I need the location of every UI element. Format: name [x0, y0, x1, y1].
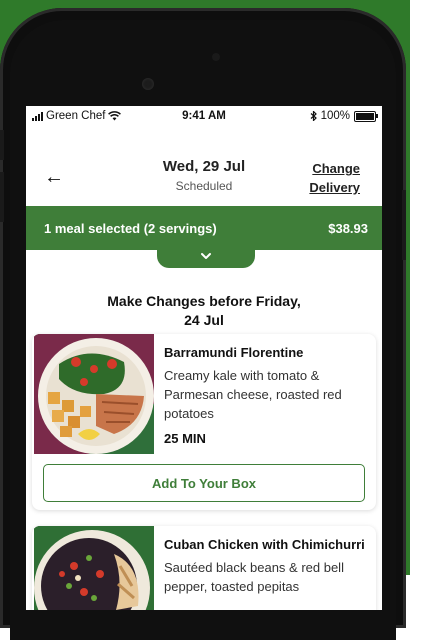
selection-summary: 1 meal selected (2 servings): [44, 221, 217, 236]
meal-description: Creamy kale with tomato & Parmesan chees…: [164, 368, 342, 421]
deadline-heading: Make Changes before Friday, 24 Jul: [26, 292, 382, 330]
change-delivery-line2: Delivery: [309, 180, 360, 195]
camera-icon: [142, 78, 154, 90]
volume-button: [0, 172, 4, 222]
chevron-down-icon: [201, 253, 211, 259]
meal-info: Cuban Chicken with Chimichurri Sautéed b…: [164, 536, 369, 596]
battery-icon: [354, 110, 378, 122]
meal-image[interactable]: [34, 526, 154, 610]
change-delivery-link[interactable]: Change Delivery: [309, 159, 360, 197]
meal-info: Barramundi Florentine Creamy kale with t…: [164, 344, 369, 446]
add-to-box-button[interactable]: Add To Your Box: [43, 464, 365, 502]
banner-toggle[interactable]: [157, 250, 255, 268]
deadline-line1: Make Changes before Friday,: [107, 293, 301, 309]
header: ← Wed, 29 Jul Scheduled Change Delivery: [26, 128, 382, 206]
volume-button: [0, 130, 4, 160]
speaker-dot: [212, 53, 220, 61]
meal-card[interactable]: Cuban Chicken with Chimichurri Sautéed b…: [32, 526, 376, 610]
meal-description: Sautéed black beans & red bell pepper, t…: [164, 560, 344, 594]
status-right: 100%: [310, 110, 378, 122]
power-button: [402, 190, 406, 260]
order-total: $38.93: [328, 221, 368, 236]
bluetooth-icon: [310, 111, 317, 121]
meal-image[interactable]: [34, 334, 154, 454]
meal-title: Barramundi Florentine: [164, 345, 304, 360]
meal-card[interactable]: Barramundi Florentine Creamy kale with t…: [32, 334, 376, 510]
app-screen: Green Chef 9:41 AM 100% ← Wed, 29 Jul Sc…: [26, 106, 382, 610]
battery-percent: 100%: [320, 110, 350, 122]
meal-cook-time: 25 MIN: [164, 431, 206, 446]
selection-banner[interactable]: 1 meal selected (2 servings) $38.93: [26, 206, 382, 250]
status-bar: Green Chef 9:41 AM 100%: [26, 106, 382, 128]
battery-fill: [356, 112, 374, 120]
meal-title: Cuban Chicken with Chimichurri: [164, 537, 365, 552]
deadline-line2: 24 Jul: [184, 312, 224, 328]
change-delivery-line1: Change: [312, 161, 360, 176]
